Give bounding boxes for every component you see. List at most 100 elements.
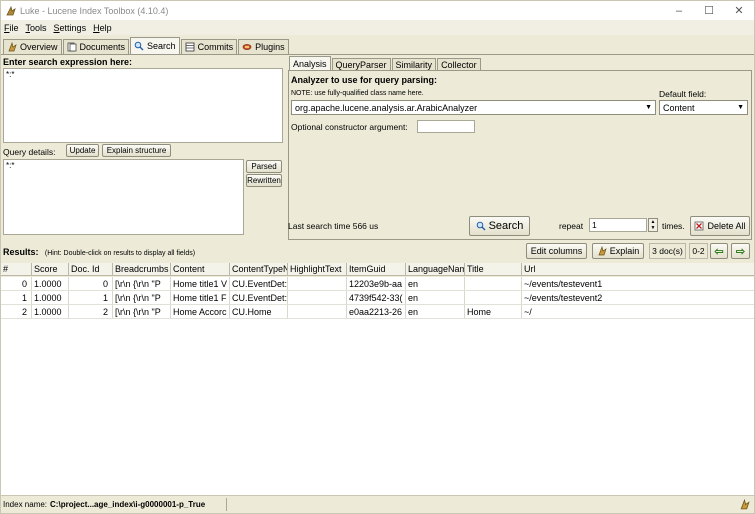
- edit-columns-button[interactable]: Edit columns: [526, 243, 587, 259]
- close-button[interactable]: ✕: [724, 1, 754, 20]
- tab-documents[interactable]: Documents: [62, 39, 130, 54]
- table-cell: 1.0000: [32, 305, 69, 318]
- column-header[interactable]: Doc. Id: [69, 263, 113, 275]
- results-table: 0 1.0000 0 [\r\n {\r\n "P Home title1 V …: [1, 277, 754, 495]
- table-cell: 1.0000: [32, 291, 69, 304]
- times-label: times.: [662, 221, 685, 231]
- main-tabs: Overview Documents Search Commits Plugin…: [1, 36, 290, 54]
- table-cell: 1.0000: [32, 277, 69, 290]
- table-cell: [\r\n {\r\n "P: [113, 291, 171, 304]
- default-field-value: Content: [663, 102, 695, 113]
- last-search-time: Last search time 566 us: [288, 221, 379, 231]
- search-icon: [134, 41, 144, 51]
- table-cell: 2: [1, 305, 32, 318]
- table-cell: CU.EventDet:: [232, 277, 288, 290]
- analysis-tabs: Analysis QueryParser Similarity Collecto…: [289, 56, 482, 71]
- result-range: 0-2: [689, 243, 708, 259]
- menu-file[interactable]: File: [4, 23, 19, 33]
- analyzer-note: NOTE: use fully-qualified class name her…: [291, 90, 424, 97]
- repeat-spinner[interactable]: ▲ ▼: [648, 218, 658, 232]
- explain-button[interactable]: Explain: [592, 243, 644, 259]
- column-header[interactable]: Title: [465, 263, 522, 275]
- search-expression-input[interactable]: *:*: [3, 68, 283, 143]
- delete-all-button[interactable]: Delete All: [690, 216, 750, 236]
- maximize-button[interactable]: ☐: [694, 1, 724, 20]
- table-cell: en: [406, 277, 465, 290]
- table-cell: ~/events/testevent2: [524, 292, 603, 303]
- default-field-select[interactable]: Content ▼: [659, 100, 748, 115]
- menu-tools[interactable]: Tools: [26, 23, 47, 33]
- menu-bar: File Tools Settings Help: [1, 20, 754, 35]
- arrow-right-icon[interactable]: ⇨: [731, 243, 750, 259]
- tab-search[interactable]: Search: [130, 37, 180, 54]
- doc-count: 3 doc(s): [649, 243, 686, 259]
- chevron-down-icon: ▼: [645, 104, 652, 111]
- tab-overview[interactable]: Overview: [3, 39, 62, 54]
- search-button[interactable]: Search: [469, 216, 530, 236]
- analyzer-value: org.apache.lucene.analysis.ar.ArabicAnal…: [295, 102, 478, 113]
- chevron-down-icon: ▼: [737, 104, 744, 111]
- column-header[interactable]: Breadcrumbs: [113, 263, 171, 275]
- repeat-label: repeat: [559, 221, 584, 231]
- app-window: Luke - Lucene Index Toolbox (4.10.4) – ☐…: [0, 0, 755, 514]
- table-cell: en: [406, 291, 465, 304]
- query-details-label: Query details:: [3, 147, 56, 157]
- tab-commits[interactable]: Commits: [180, 39, 238, 54]
- update-button[interactable]: Update: [66, 144, 99, 157]
- table-cell: Home: [465, 305, 522, 318]
- rewritten-button[interactable]: Rewritten: [246, 174, 282, 187]
- repeat-input[interactable]: 1: [589, 218, 647, 232]
- parsed-button[interactable]: Parsed: [246, 160, 282, 173]
- table-cell: CU.EventDet:: [232, 291, 288, 304]
- tab-plugins[interactable]: Plugins: [238, 39, 289, 54]
- explain-structure-button[interactable]: Explain structure: [102, 144, 171, 157]
- index-name-label: Index name:: [3, 500, 48, 509]
- results-hint: (Hint: Double-click on results to displa…: [44, 250, 196, 257]
- constructor-arg-input[interactable]: [417, 120, 475, 133]
- search-expression-label: Enter search expression here:: [3, 57, 133, 67]
- query-details-area[interactable]: *:*: [3, 159, 244, 235]
- column-header[interactable]: Score: [32, 263, 69, 275]
- table-cell: [465, 291, 522, 304]
- table-cell: [\r\n {\r\n "P: [113, 305, 171, 318]
- luke-icon: [8, 42, 17, 52]
- table-cell: 1: [69, 291, 113, 304]
- table-row[interactable]: 2 1.0000 2 [\r\n {\r\n "P Home Accorc CU…: [1, 305, 754, 319]
- status-bar: Index name: C:\project...age_index\i-g00…: [1, 495, 754, 513]
- minimize-button[interactable]: –: [664, 1, 694, 20]
- results-bar: Results: (Hint: Double-click on results …: [3, 247, 195, 257]
- column-header[interactable]: Content: [171, 263, 230, 275]
- column-header[interactable]: LanguageNam: [406, 263, 465, 275]
- table-cell: CU.Home: [230, 305, 288, 318]
- luke-app-icon: [6, 5, 16, 15]
- table-cell: 4739f542-33(: [347, 291, 406, 304]
- table-row[interactable]: 1 1.0000 1 [\r\n {\r\n "P Home title1 F …: [1, 291, 754, 305]
- arrow-left-icon[interactable]: ⇦: [710, 243, 728, 259]
- table-cell: en: [406, 305, 465, 318]
- analyzer-label: Analyzer to use for query parsing:: [291, 75, 438, 85]
- table-cell: 1: [1, 291, 32, 304]
- menu-settings[interactable]: Settings: [54, 23, 87, 33]
- table-cell: ~/events/testevent1: [524, 278, 603, 289]
- tab-analysis[interactable]: Analysis: [289, 56, 331, 71]
- table-cell: ~/: [524, 306, 532, 317]
- analyzer-select[interactable]: org.apache.lucene.analysis.ar.ArabicAnal…: [291, 100, 656, 115]
- table-cell: 0: [1, 277, 32, 290]
- column-header[interactable]: HighlightText: [288, 263, 347, 275]
- commits-icon: [185, 42, 194, 52]
- default-field-label: Default field:: [659, 89, 707, 99]
- table-cell: 2: [69, 305, 113, 318]
- table-cell: Home title1 V: [171, 277, 230, 290]
- table-cell: Home title1 F: [171, 291, 230, 304]
- column-header[interactable]: ContentTypeN: [230, 263, 288, 275]
- column-header[interactable]: #: [1, 263, 32, 275]
- table-cell: [465, 277, 522, 290]
- table-cell: e0aa2213-26: [347, 305, 406, 318]
- column-header[interactable]: Url: [522, 263, 754, 275]
- column-header[interactable]: ItemGuid: [347, 263, 406, 275]
- delete-icon: [695, 221, 704, 231]
- menu-help[interactable]: Help: [93, 23, 112, 33]
- table-row[interactable]: 0 1.0000 0 [\r\n {\r\n "P Home title1 V …: [1, 277, 754, 291]
- table-cell: 12203e9b-aa: [347, 277, 406, 290]
- table-cell: [288, 305, 347, 318]
